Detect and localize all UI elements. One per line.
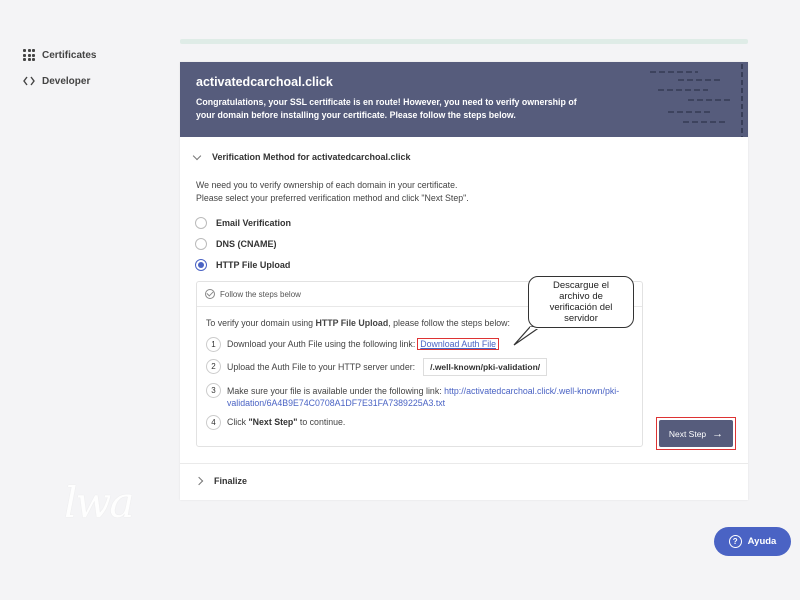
sidebar-item-certificates[interactable]: Certificates bbox=[22, 48, 96, 62]
finalize-toggle[interactable]: Finalize bbox=[194, 476, 248, 486]
step-text: Upload the Auth File to your HTTP server… bbox=[227, 362, 416, 372]
radio-button[interactable] bbox=[195, 238, 207, 250]
server-path-field[interactable]: /.well-known/pki-validation/ bbox=[423, 358, 548, 376]
progress-line bbox=[180, 39, 748, 44]
verification-intro: We need you to verify ownership of each … bbox=[196, 179, 469, 204]
intro-text: To verify your domain using bbox=[206, 318, 316, 328]
step-text-bold: "Next Step" bbox=[248, 417, 298, 427]
help-button[interactable]: ? Ayuda bbox=[714, 527, 791, 556]
finalize-label: Finalize bbox=[214, 476, 248, 486]
banner-message: Congratulations, your SSL certificate is… bbox=[196, 97, 577, 120]
next-step-label: Next Step bbox=[668, 428, 707, 439]
code-icon bbox=[22, 74, 36, 88]
step-text: Make sure your file is available under t… bbox=[227, 386, 442, 396]
grid-icon bbox=[22, 48, 36, 62]
next-step-highlight: Next Step → bbox=[656, 417, 736, 450]
step-number: 2 bbox=[206, 359, 221, 374]
step-1: 1 Download your Auth File using the foll… bbox=[206, 337, 500, 352]
step-4: 4 Click "Next Step" to continue. bbox=[206, 415, 345, 430]
annotation-callout: Descargue el archivo de verificación del… bbox=[528, 276, 634, 328]
download-auth-file-link[interactable]: Download Auth File bbox=[417, 338, 500, 350]
callout-line: verificación del bbox=[549, 302, 613, 313]
banner-domain-title: activatedcarchoal.click bbox=[196, 75, 333, 89]
callout-pointer-icon bbox=[513, 326, 542, 346]
intro-text: , please follow the steps below: bbox=[388, 318, 510, 328]
radio-label: DNS (CNAME) bbox=[216, 239, 277, 249]
sidebar-item-label: Developer bbox=[42, 75, 91, 87]
intro-line: Please select your preferred verificatio… bbox=[196, 192, 469, 203]
intro-method: HTTP File Upload bbox=[315, 318, 389, 328]
step-number: 3 bbox=[206, 383, 221, 398]
radio-label: HTTP File Upload bbox=[216, 260, 291, 270]
radio-button[interactable] bbox=[195, 217, 207, 229]
chevron-right-icon bbox=[194, 476, 204, 486]
banner-decoration-icon bbox=[650, 64, 743, 137]
radio-http-file-upload[interactable]: HTTP File Upload bbox=[195, 259, 290, 271]
help-label: Ayuda bbox=[747, 536, 777, 547]
step-text: Click bbox=[227, 417, 249, 427]
logo-watermark: lwa bbox=[64, 478, 134, 527]
sidebar-item-label: Certificates bbox=[42, 49, 97, 61]
next-step-button[interactable]: Next Step → bbox=[659, 420, 733, 447]
step-number: 4 bbox=[206, 415, 221, 430]
divider bbox=[180, 463, 748, 464]
check-circle-icon bbox=[205, 289, 215, 299]
radio-email-verification[interactable]: Email Verification bbox=[195, 217, 291, 229]
chevron-down-icon bbox=[192, 151, 202, 160]
radio-button-selected[interactable] bbox=[195, 259, 207, 271]
steps-intro: To verify your domain using HTTP File Up… bbox=[206, 318, 510, 328]
step-3: 3 Make sure your file is available under… bbox=[206, 383, 627, 409]
verification-method-toggle[interactable]: Verification Method for activatedcarchoa… bbox=[192, 151, 411, 162]
verification-heading: Verification Method for activatedcarchoa… bbox=[212, 152, 411, 162]
intro-line: We need you to verify ownership of each … bbox=[196, 180, 458, 190]
callout-line: servidor bbox=[564, 313, 598, 324]
step-number: 1 bbox=[206, 337, 221, 352]
callout-line: Descargue el bbox=[553, 280, 609, 291]
radio-dns-cname[interactable]: DNS (CNAME) bbox=[195, 238, 277, 250]
step-text: Download your Auth File using the follow… bbox=[227, 339, 416, 349]
domain-banner: activatedcarchoal.click Congratulations,… bbox=[180, 62, 748, 137]
question-icon: ? bbox=[728, 535, 742, 548]
arrow-right-icon: → bbox=[712, 427, 724, 440]
sidebar-item-developer[interactable]: Developer bbox=[22, 74, 90, 88]
steps-header-label: Follow the steps below bbox=[220, 289, 301, 299]
step-text: to continue. bbox=[297, 417, 346, 427]
step-2: 2 Upload the Auth File to your HTTP serv… bbox=[206, 358, 548, 376]
callout-line: archivo de bbox=[559, 291, 603, 302]
radio-label: Email Verification bbox=[216, 218, 292, 228]
